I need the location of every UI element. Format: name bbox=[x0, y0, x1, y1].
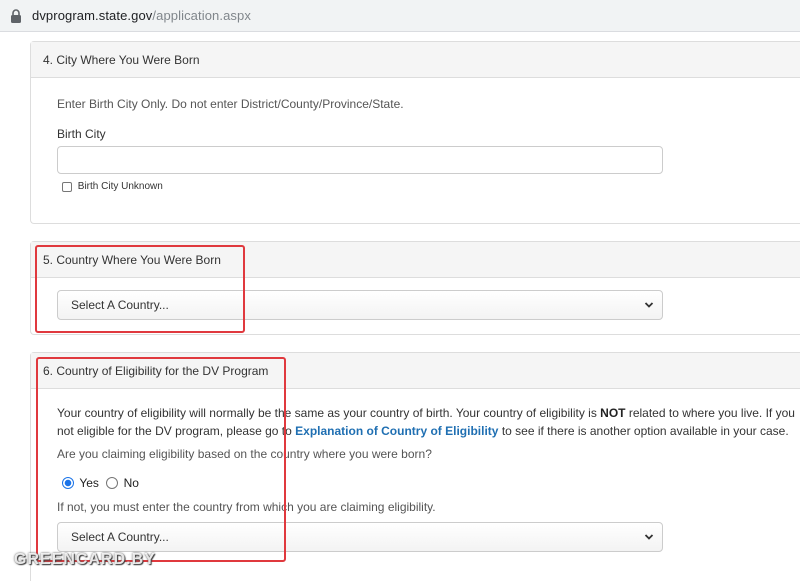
url-path: /application.aspx bbox=[152, 8, 251, 23]
eligibility-text-1a: Your country of eligibility will normall… bbox=[57, 406, 601, 420]
birth-city-input[interactable] bbox=[57, 146, 663, 174]
birth-city-label: Birth City bbox=[57, 127, 106, 141]
eligibility-radio-group: Yes No bbox=[62, 475, 139, 490]
radio-yes-option[interactable]: Yes bbox=[62, 475, 102, 490]
country-of-eligibility-select-value: Select A Country... bbox=[71, 530, 169, 544]
birth-city-unknown-checkbox[interactable] bbox=[62, 181, 72, 192]
eligibility-not-emphasis: NOT bbox=[600, 406, 626, 420]
section-birth-city-heading: 4. City Where You Were Born bbox=[31, 42, 800, 78]
section-country-of-eligibility: 6. Country of Eligibility for the DV Pro… bbox=[30, 352, 800, 581]
application-form: 4. City Where You Were Born Enter Birth … bbox=[0, 32, 800, 581]
country-of-birth-select[interactable]: Select A Country... bbox=[57, 290, 663, 320]
eligibility-text-2b: to see if there is another option availa… bbox=[498, 424, 789, 438]
chevron-down-icon bbox=[644, 534, 654, 540]
radio-no-label: No bbox=[123, 475, 139, 490]
lock-icon bbox=[11, 8, 21, 23]
radio-yes[interactable] bbox=[62, 476, 74, 489]
radio-no[interactable] bbox=[106, 476, 119, 489]
browser-address-bar[interactable]: dvprogram.state.gov/application.aspx bbox=[0, 0, 800, 32]
radio-no-option[interactable]: No bbox=[106, 475, 139, 490]
watermark-text: GREENCARD.BY bbox=[14, 551, 156, 568]
section-country-of-birth-heading: 5. Country Where You Were Born bbox=[31, 242, 800, 278]
if-not-instruction: If not, you must enter the country from … bbox=[57, 500, 436, 514]
eligibility-explanation: Your country of eligibility will normall… bbox=[57, 404, 800, 440]
eligibility-question: Are you claiming eligibility based on th… bbox=[57, 447, 432, 461]
url-domain: dvprogram.state.gov bbox=[32, 8, 153, 23]
country-of-birth-select-value: Select A Country... bbox=[71, 298, 169, 312]
eligibility-text-1b: related to where you live. If you bbox=[625, 406, 795, 420]
section-birth-city: 4. City Where You Were Born Enter Birth … bbox=[30, 41, 800, 224]
country-of-eligibility-select[interactable]: Select A Country... bbox=[57, 522, 663, 552]
eligibility-text-2a: not eligible for the DV program, please … bbox=[57, 424, 296, 438]
explanation-of-eligibility-link[interactable]: Explanation of Country of Eligibility bbox=[295, 424, 498, 438]
radio-yes-label: Yes bbox=[79, 475, 99, 490]
birth-city-unknown-label: Birth City Unknown bbox=[77, 181, 163, 192]
birth-city-help: Enter Birth City Only. Do not enter Dist… bbox=[57, 97, 404, 111]
section-country-of-eligibility-heading: 6. Country of Eligibility for the DV Pro… bbox=[31, 353, 800, 389]
chevron-down-icon bbox=[644, 302, 654, 308]
section-country-of-birth: 5. Country Where You Were Born Select A … bbox=[30, 241, 800, 335]
birth-city-unknown-option[interactable]: Birth City Unknown bbox=[62, 181, 163, 192]
